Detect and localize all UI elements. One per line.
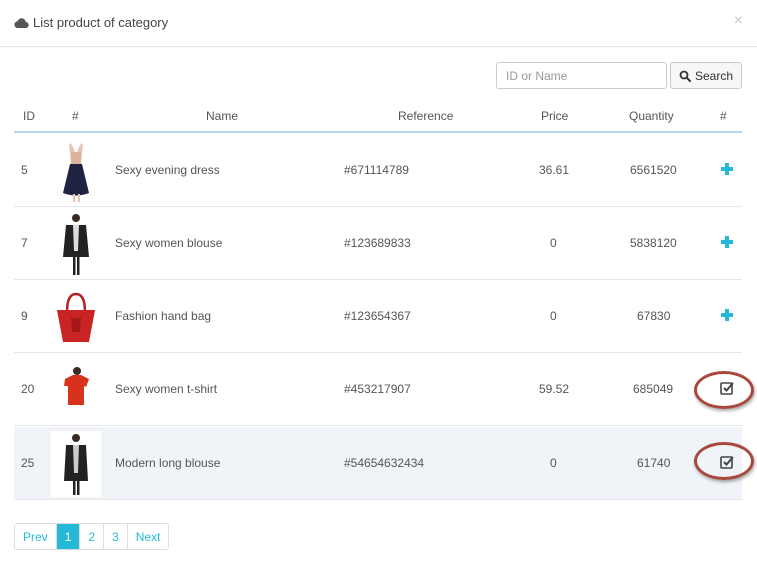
row-price: 0 xyxy=(550,236,557,250)
row-quantity: 67830 xyxy=(637,309,671,323)
table-row: 20 Sexy women t-shirt #453217907 59.52 6… xyxy=(14,353,742,426)
table-row: 9 Fashion hand bag #123654367 0 67830 xyxy=(14,280,742,353)
row-id: 7 xyxy=(21,236,28,250)
row-id: 20 xyxy=(21,382,35,396)
row-name: Sexy evening dress xyxy=(115,163,220,177)
column-header-quantity: Quantity xyxy=(629,109,674,123)
row-price: 59.52 xyxy=(539,382,570,396)
table-row: 25 Modern long blouse #54654632434 0 617… xyxy=(14,427,742,500)
row-id: 5 xyxy=(21,163,28,177)
pagination: Prev 1 2 3 Next xyxy=(14,523,170,550)
checkbox-checked-icon[interactable] xyxy=(719,454,735,470)
row-reference: #453217907 xyxy=(344,382,411,396)
page-button-3[interactable]: 3 xyxy=(104,524,128,549)
modal-title-text: List product of category xyxy=(33,15,169,30)
modal-header: List product of category × xyxy=(0,0,757,47)
column-header-reference: Reference xyxy=(398,109,454,123)
product-image xyxy=(51,357,101,423)
row-price: 0 xyxy=(550,456,557,470)
product-image xyxy=(51,138,101,204)
product-image xyxy=(51,211,101,277)
table-row: 7 Sexy women blouse #123689833 0 5838120 xyxy=(14,207,742,280)
row-quantity: 685049 xyxy=(633,382,674,396)
column-header-price: Price xyxy=(541,109,569,123)
modal-title: List product of category xyxy=(13,15,168,30)
table-row: 5 Sexy evening dress #671114789 36.61 65… xyxy=(14,134,742,207)
product-image xyxy=(51,284,101,350)
next-button[interactable]: Next xyxy=(127,524,169,549)
row-quantity: 6561520 xyxy=(630,163,677,177)
row-reference: #54654632434 xyxy=(344,456,425,470)
row-quantity: 5838120 xyxy=(630,236,677,250)
search-button-label: Search xyxy=(694,68,734,83)
product-image xyxy=(51,431,101,497)
row-quantity: 61740 xyxy=(637,456,671,470)
cloud-icon xyxy=(14,17,29,28)
column-header-action: # xyxy=(720,109,727,123)
row-id: 25 xyxy=(21,456,35,470)
search-input[interactable] xyxy=(496,62,667,89)
column-header-name: Name xyxy=(206,109,239,123)
column-header-image: # xyxy=(72,109,79,123)
row-price: 0 xyxy=(550,309,557,323)
column-header-id: ID xyxy=(23,109,35,123)
row-name: Sexy women t-shirt xyxy=(115,382,218,396)
magnifier-icon xyxy=(679,70,691,82)
plus-icon[interactable] xyxy=(719,307,735,323)
row-price: 36.61 xyxy=(539,163,570,177)
row-name: Sexy women blouse xyxy=(115,236,223,250)
table-header: ID # Name Reference Price Quantity # xyxy=(14,100,742,133)
prev-button[interactable]: Prev xyxy=(15,524,57,549)
row-reference: #123689833 xyxy=(344,236,411,250)
row-id: 9 xyxy=(21,309,28,323)
row-name: Fashion hand bag xyxy=(115,309,212,323)
plus-icon[interactable] xyxy=(719,161,735,177)
plus-icon[interactable] xyxy=(719,234,735,250)
page-button-2[interactable]: 2 xyxy=(80,524,105,549)
row-reference: #671114789 xyxy=(344,163,409,177)
close-icon[interactable]: × xyxy=(734,12,743,30)
row-reference: #123654367 xyxy=(344,309,411,323)
page-button-1[interactable]: 1 xyxy=(56,524,81,549)
checkbox-checked-icon[interactable] xyxy=(719,380,735,396)
search-button[interactable]: Search xyxy=(670,62,742,89)
row-name: Modern long blouse xyxy=(115,456,221,470)
